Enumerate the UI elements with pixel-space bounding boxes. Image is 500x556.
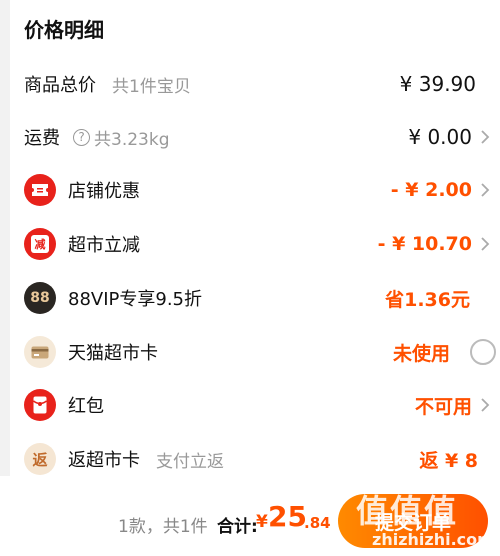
product-total-row: 商品总价 共1件宝贝 ¥ 39.90: [10, 64, 500, 104]
cashback-icon: 返: [24, 443, 56, 475]
total-currency: ¥: [256, 512, 268, 532]
chevron-right-icon: [481, 183, 490, 197]
help-icon[interactable]: ?: [73, 128, 90, 146]
tmall-card-value: 未使用: [392, 342, 450, 365]
cashback-card-label: 返超市卡: [68, 450, 140, 471]
vip88-icon: 88: [24, 282, 56, 314]
total-decimal: .84: [304, 514, 331, 532]
watermark-logo: 值值值: [356, 492, 459, 530]
cashback-card-value: 返 ¥ 8: [419, 449, 478, 472]
watermark-url: zhizhizhi.com: [372, 530, 494, 549]
vip88-row: 88 88VIP专享9.5折 省1.36元: [10, 278, 500, 318]
store-discount-label: 店铺优惠: [68, 181, 140, 202]
chevron-right-icon: [481, 237, 490, 251]
store-discount-row[interactable]: 店铺优惠 - ¥ 2.00: [10, 170, 500, 210]
red-packet-icon: [24, 389, 56, 421]
red-packet-label: 红包: [68, 396, 104, 417]
shipping-value: ¥ 0.00: [408, 125, 472, 149]
supermarket-discount-row[interactable]: 减 超市立减 - ¥ 10.70: [10, 224, 500, 264]
chevron-right-icon: [481, 130, 490, 144]
price-detail-card: 价格明细 商品总价 共1件宝贝 ¥ 39.90 运费 ? 共3.23kg ¥ 0…: [10, 0, 500, 476]
total-integer: 25: [268, 500, 307, 533]
supermarket-discount-value: - ¥ 10.70: [377, 233, 472, 255]
tmall-card-radio[interactable]: [470, 339, 496, 365]
cashback-card-sub: 支付立返: [156, 451, 224, 472]
supermarket-discount-label: 超市立减: [68, 235, 140, 256]
shipping-sub: 共3.23kg: [94, 129, 170, 150]
gift-card-icon: [24, 336, 56, 368]
red-packet-value: 不可用: [414, 395, 472, 418]
vip88-label: 88VIP专享9.5折: [68, 289, 203, 310]
store-discount-value: - ¥ 2.00: [390, 179, 472, 201]
product-total-value: ¥ 39.90: [399, 72, 476, 96]
shipping-row[interactable]: 运费 ? 共3.23kg ¥ 0.00: [10, 117, 500, 157]
item-count: 1款，共1件: [118, 517, 208, 537]
vip88-value: 省1.36元: [385, 288, 470, 311]
red-packet-row[interactable]: 红包 不可用: [10, 385, 500, 425]
product-total-label: 商品总价: [24, 75, 96, 96]
product-total-sub: 共1件宝贝: [112, 76, 191, 97]
cashback-card-row: 返 返超市卡 支付立返 返 ¥ 8: [10, 439, 500, 479]
tmall-card-row[interactable]: 天猫超市卡 未使用: [10, 332, 500, 372]
coupon-ticket-icon: [24, 174, 56, 206]
supermarket-reduce-icon: 减: [24, 228, 56, 260]
total-label: 合计:: [217, 517, 258, 537]
chevron-right-icon: [481, 398, 490, 412]
tmall-card-label: 天猫超市卡: [68, 343, 158, 364]
section-title: 价格明细: [24, 18, 104, 42]
shipping-label: 运费: [24, 128, 60, 149]
